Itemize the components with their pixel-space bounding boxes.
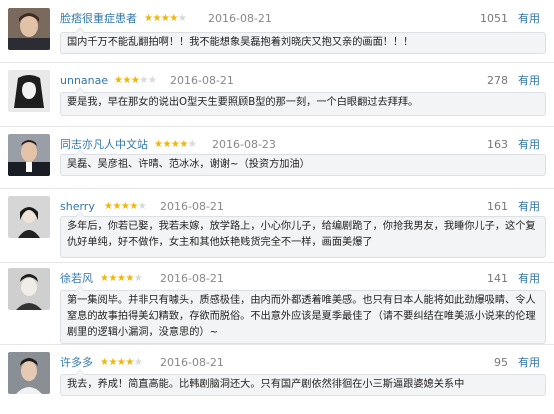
review-text: 国内千万不能乱翻拍啊！！我不能想象吴磊抱着刘晓庆又抱又亲的画面！！！	[60, 27, 546, 54]
avatar[interactable]	[8, 196, 50, 238]
useful-count: 161	[487, 200, 508, 213]
username-link[interactable]: 同志亦凡人中文站	[60, 136, 148, 154]
username-link[interactable]: 脸痞很重症患者	[60, 10, 137, 28]
review-date: 2016-08-21	[160, 356, 224, 369]
avatar[interactable]	[8, 352, 50, 394]
useful-count: 141	[487, 272, 508, 285]
divider	[0, 62, 554, 63]
rating-stars: ★★★★★	[114, 75, 157, 86]
useful-button[interactable]: 有用	[518, 270, 540, 288]
review-meta: 脸痞很重症患者 ★★★★★ 2016-08-21 1051 有用	[60, 10, 544, 28]
useful-button[interactable]: 有用	[518, 72, 540, 90]
rating-stars: ★★★★★	[100, 357, 143, 368]
useful-button[interactable]: 有用	[518, 136, 540, 154]
review-item: 同志亦凡人中文站 ★★★★★ 2016-08-23 163 有用 吴磊、吴彦祖、…	[0, 132, 554, 184]
review-item: unnanae ★★★★★ 2016-08-21 278 有用 要是我，早在那女…	[0, 68, 554, 120]
review-item: 徐若风 ★★★★★ 2016-08-21 141 有用 第一集阅毕。并非只有噱头…	[0, 266, 554, 344]
review-meta: sherry ★★★★★ 2016-08-21 161 有用	[60, 198, 544, 216]
review-meta: 许多多 ★★★★★ 2016-08-21 95 有用	[60, 354, 544, 372]
divider	[0, 344, 554, 345]
review-date: 2016-08-21	[208, 12, 272, 25]
useful-button[interactable]: 有用	[518, 10, 540, 28]
review-date: 2016-08-21	[160, 200, 224, 213]
useful-button[interactable]: 有用	[518, 198, 540, 216]
avatar[interactable]	[8, 268, 50, 310]
divider	[0, 262, 554, 263]
review-meta: 同志亦凡人中文站 ★★★★★ 2016-08-23 163 有用	[60, 136, 544, 154]
avatar[interactable]	[8, 8, 50, 50]
avatar[interactable]	[8, 70, 50, 112]
divider	[0, 188, 554, 189]
review-meta: 徐若风 ★★★★★ 2016-08-21 141 有用	[60, 270, 544, 288]
review-date: 2016-08-21	[170, 74, 234, 87]
review-text: 吴磊、吴彦祖、许晴、范冰冰，谢谢~（投资方加油）	[60, 149, 546, 176]
review-text: 要是我，早在那女的说出O型天生要照顾B型的那一刻，一个白眼翻过去拜拜。	[60, 87, 546, 116]
avatar[interactable]	[8, 134, 50, 176]
useful-button[interactable]: 有用	[518, 354, 540, 372]
rating-stars: ★★★★★	[104, 201, 147, 212]
review-date: 2016-08-21	[160, 272, 224, 285]
review-date: 2016-08-23	[212, 138, 276, 151]
rating-stars: ★★★★★	[144, 13, 187, 24]
review-item: 脸痞很重症患者 ★★★★★ 2016-08-21 1051 有用 国内千万不能乱…	[0, 6, 554, 56]
divider	[0, 126, 554, 127]
review-text: 多年后，你若已娶，我若未嫁，放学路上，小心你儿子，给编剧跪了，你抢我男友，我睡你…	[60, 211, 546, 258]
useful-count: 278	[487, 74, 508, 87]
rating-stars: ★★★★★	[154, 139, 197, 150]
review-item: 许多多 ★★★★★ 2016-08-21 95 有用 我去，养成！简直高能。比韩…	[0, 350, 554, 406]
review-text: 我去，养成！简直高能。比韩剧脑洞还大。只有国产剧依然徘徊在小三斯逼跟婆媳关系中	[60, 369, 546, 396]
review-item: sherry ★★★★★ 2016-08-21 161 有用 多年后，你若已娶，…	[0, 194, 554, 258]
review-text: 第一集阅毕。并非只有噱头，质感极佳，由内而外都透着唯美感。也只有日本人能将如此劲…	[60, 285, 546, 344]
useful-count: 95	[494, 356, 508, 369]
review-list: 脸痞很重症患者 ★★★★★ 2016-08-21 1051 有用 国内千万不能乱…	[0, 0, 554, 414]
review-meta: unnanae ★★★★★ 2016-08-21 278 有用	[60, 72, 544, 90]
useful-count: 163	[487, 138, 508, 151]
rating-stars: ★★★★★	[100, 273, 143, 284]
useful-count: 1051	[480, 12, 508, 25]
